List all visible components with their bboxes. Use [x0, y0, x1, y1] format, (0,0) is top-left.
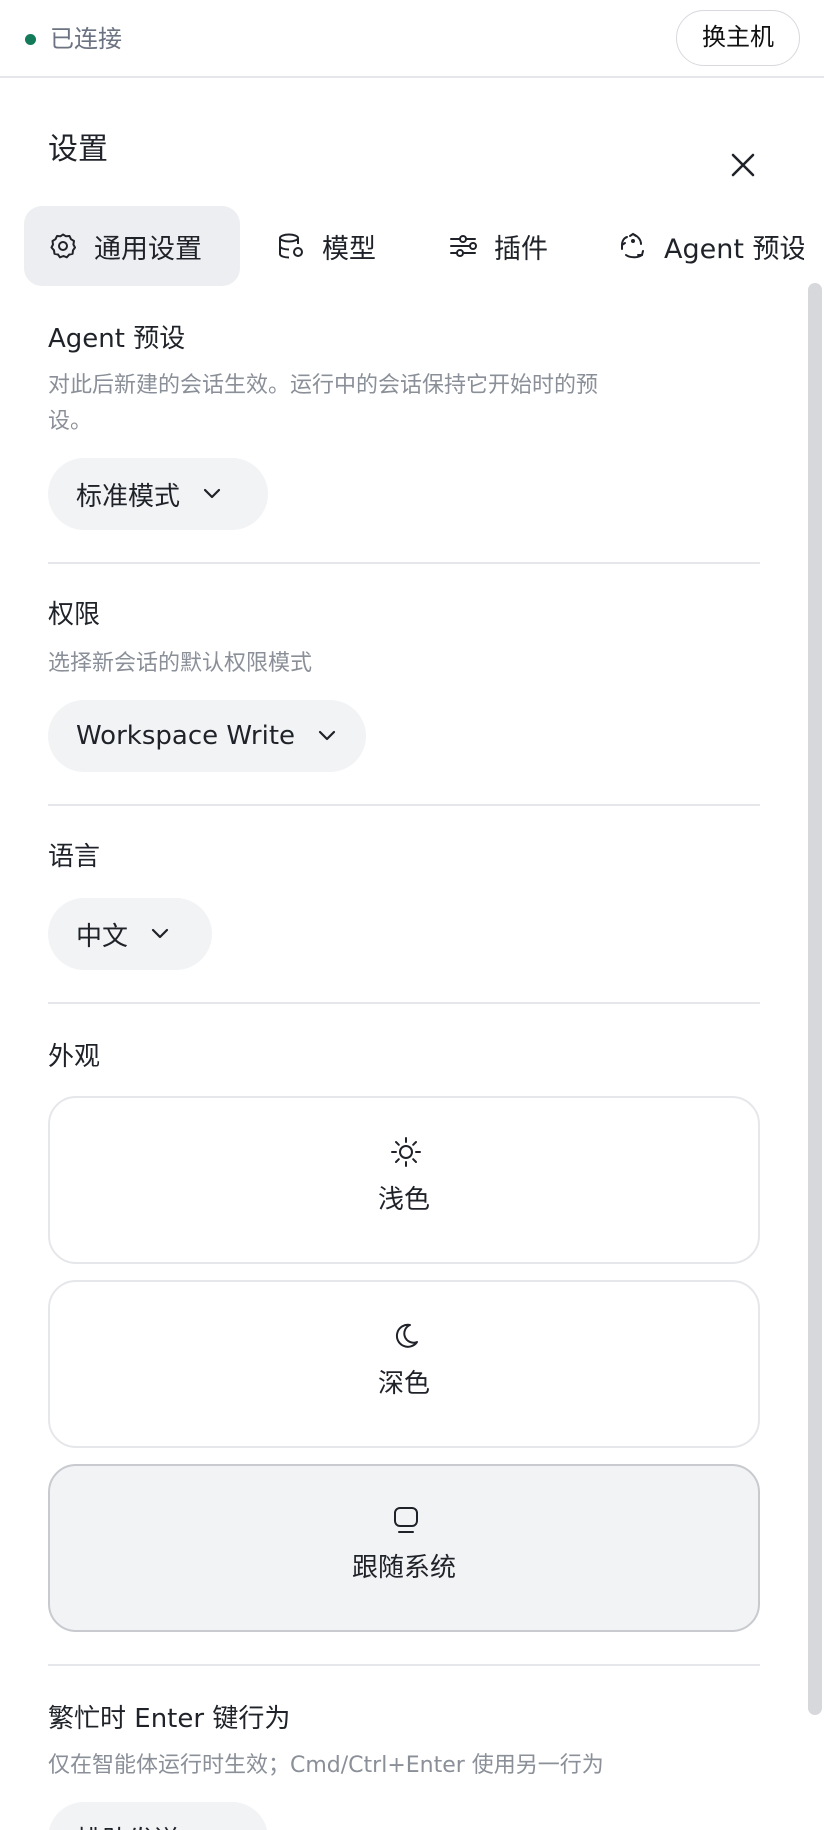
tab-general-label: 通用设置: [94, 233, 202, 265]
moon-icon: [395, 1323, 418, 1348]
top-bar: 已连接 换主机: [0, 0, 824, 78]
settings-panel: 设置 通用设置 模型 插件 Agent 预设 Agent 预设 对此后新建的会话…: [0, 78, 824, 1830]
agent-preset-desc-line1: 对此后新建的会话生效。运行中的会话保持它开始时的预: [48, 373, 599, 398]
theme-option-light[interactable]: 浅色: [48, 1096, 760, 1264]
section-divider: [48, 1664, 760, 1666]
busy-enter-desc: 仅在智能体运行时生效；Cmd/Ctrl+Enter 使用另一行为: [48, 1753, 604, 1778]
permissions-desc: 选择新会话的默认权限模式: [48, 651, 313, 676]
permissions-title: 权限: [48, 600, 101, 630]
theme-option-dark[interactable]: 深色: [48, 1280, 760, 1448]
tab-plugins[interactable]: 插件: [448, 206, 548, 286]
tab-general[interactable]: 通用设置: [24, 206, 240, 286]
section-divider: [48, 804, 760, 806]
appearance-title: 外观: [48, 1042, 101, 1072]
busy-enter-value: 排队发送: [76, 1820, 180, 1830]
close-icon[interactable]: [726, 148, 760, 182]
tab-models-label: 模型: [322, 233, 376, 265]
tab-models[interactable]: 模型: [276, 206, 376, 286]
connection-status-label: 已连接: [50, 25, 122, 53]
theme-option-light-label: 浅色: [377, 1185, 430, 1215]
settings-title: 设置: [48, 132, 108, 167]
section-divider: [48, 562, 760, 564]
switch-host-button[interactable]: 换主机: [676, 10, 800, 66]
chevron-down-icon: [203, 488, 221, 499]
section-divider: [48, 1002, 760, 1004]
connection-status-dot: [25, 34, 36, 45]
database-icon: [279, 233, 303, 259]
agent-preset-select[interactable]: 标准模式: [48, 458, 268, 530]
tab-agent-presets[interactable]: Agent 预设: [618, 206, 804, 286]
permissions-value: Workspace Write: [76, 721, 296, 751]
language-value: 中文: [76, 921, 129, 952]
gear-icon: [50, 233, 76, 259]
agent-preset-desc-line2: 设。: [48, 409, 93, 434]
settings-tabs: 通用设置 模型 插件 Agent 预设: [24, 206, 804, 286]
scrollbar[interactable]: [808, 283, 822, 1715]
recycle-icon: [621, 232, 644, 259]
agent-preset-value: 标准模式: [76, 481, 181, 512]
sun-icon: [391, 1137, 421, 1167]
theme-option-system[interactable]: 跟随系统: [48, 1464, 760, 1632]
agent-preset-title: Agent 预设: [48, 324, 186, 354]
tab-plugins-label: 插件: [494, 233, 548, 265]
permissions-select[interactable]: Workspace Write: [48, 700, 366, 772]
language-title: 语言: [48, 842, 101, 872]
theme-option-system-label: 跟随系统: [351, 1553, 456, 1583]
chevron-down-icon: [318, 730, 336, 741]
tab-agent-presets-label: Agent 预设: [664, 233, 804, 265]
theme-option-dark-label: 深色: [377, 1369, 430, 1399]
busy-enter-select[interactable]: 排队发送: [48, 1802, 268, 1830]
chevron-down-icon: [151, 928, 169, 939]
sliders-icon: [450, 235, 477, 257]
language-select[interactable]: 中文: [48, 898, 212, 970]
busy-enter-title: 繁忙时 Enter 键行为: [48, 1704, 291, 1734]
monitor-icon: [394, 1507, 418, 1533]
